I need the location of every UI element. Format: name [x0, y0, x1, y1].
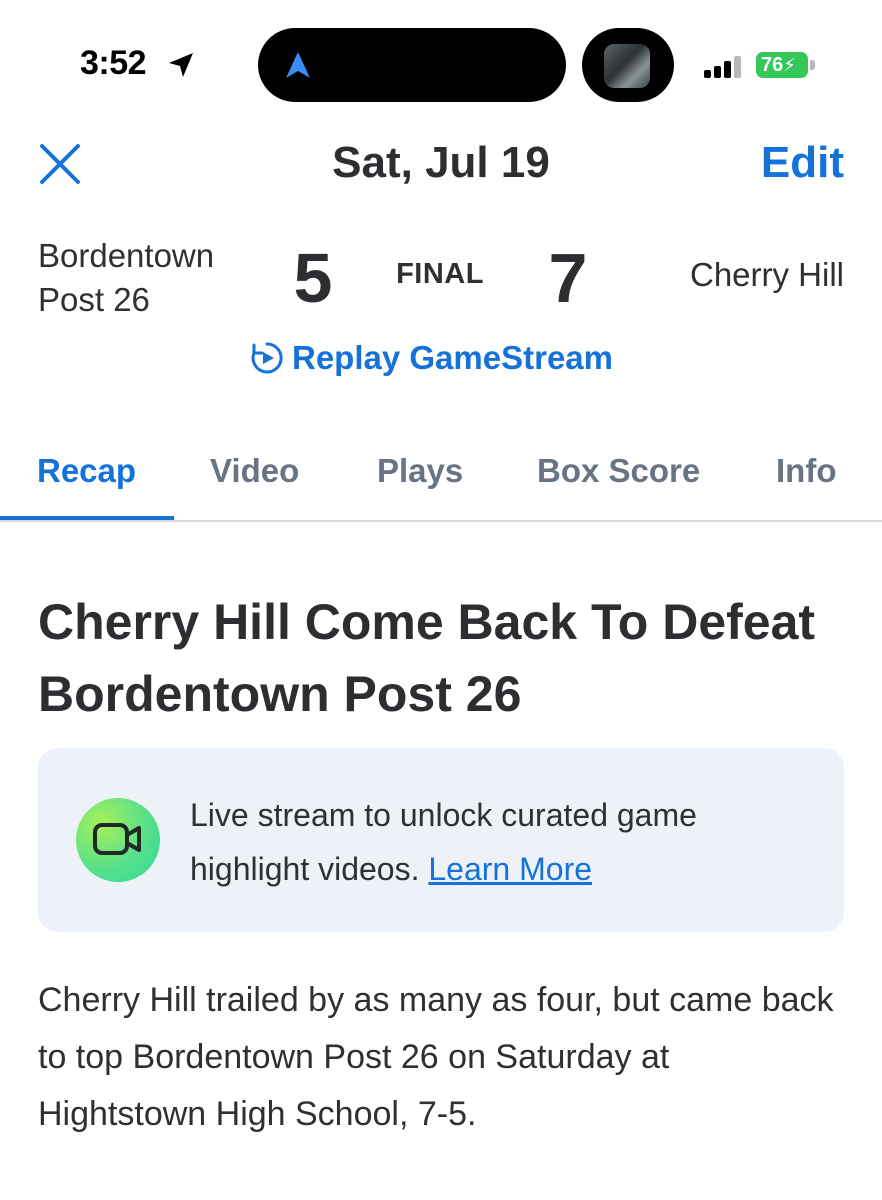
away-team-score: 5 — [293, 239, 333, 317]
tab-plays[interactable]: Plays — [377, 452, 463, 490]
battery-icon: 76⚡ — [756, 52, 808, 78]
replay-gamestream-button[interactable]: Replay GameStream — [248, 336, 613, 380]
home-team-name[interactable]: Cherry Hill — [690, 256, 844, 294]
tab-recap[interactable]: Recap — [37, 452, 136, 490]
battery-cap — [810, 60, 815, 70]
away-team-name[interactable]: Bordentown Post 26 — [38, 234, 268, 322]
recap-headline: Cherry Hill Come Back To Defeat Bordento… — [38, 594, 816, 722]
recap-body: Cherry Hill trailed by as many as four, … — [38, 981, 834, 1133]
video-camera-icon — [76, 798, 160, 882]
charging-bolt-icon: ⚡ — [783, 55, 796, 75]
media-thumbnail — [604, 44, 650, 88]
tab-video[interactable]: Video — [210, 452, 299, 490]
replay-icon — [251, 342, 283, 374]
page-title: Sat, Jul 19 — [332, 138, 550, 187]
tab-box-score[interactable]: Box Score — [537, 452, 700, 490]
battery-level: 76 — [761, 54, 784, 76]
tab-bar: Recap Video Plays Box Score Info — [0, 440, 882, 522]
game-status: FINAL — [396, 258, 484, 290]
location-arrow-icon — [169, 53, 193, 77]
replay-gamestream-label: Replay GameStream — [292, 339, 613, 376]
navigation-icon — [286, 52, 310, 78]
status-time: 3:52 — [80, 44, 147, 82]
promo-text: Live stream to unlock curated game highl… — [190, 788, 810, 896]
tab-info[interactable]: Info — [776, 452, 836, 490]
signal-icon — [704, 56, 744, 78]
live-stream-promo-card: Live stream to unlock curated game highl… — [38, 748, 844, 932]
home-team-score: 7 — [548, 239, 588, 317]
learn-more-link[interactable]: Learn More — [428, 851, 592, 887]
status-bar: 3:52 76⚡ — [0, 0, 882, 120]
edit-button[interactable]: Edit — [761, 138, 844, 188]
active-tab-indicator — [0, 516, 174, 520]
